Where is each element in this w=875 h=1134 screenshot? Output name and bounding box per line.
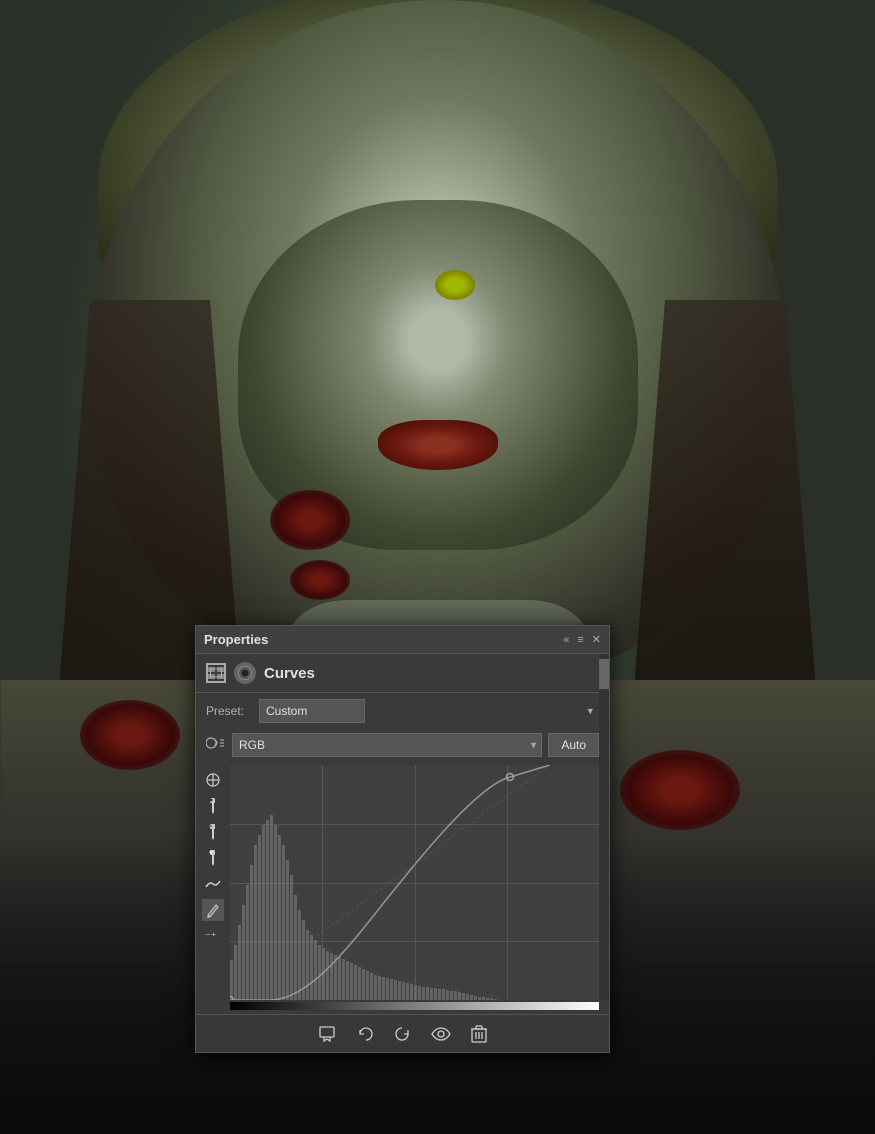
preset-dropdown[interactable]: Custom Default Strong Contrast Linear Co… [259, 699, 365, 723]
channel-dropdown-wrapper: RGB Red Green Blue [232, 733, 542, 757]
panel-title: Properties [204, 632, 268, 647]
channel-dropdown[interactable]: RGB Red Green Blue [232, 733, 542, 757]
scrollbar-thumb[interactable] [599, 659, 609, 689]
clip-to-layer-button[interactable] [315, 1022, 339, 1046]
blood-stain-2 [290, 560, 350, 600]
delete-layer-button[interactable] [467, 1022, 491, 1046]
preset-dropdown-wrapper: Custom Default Strong Contrast Linear Co… [259, 699, 599, 723]
black-point-eyedropper-tool[interactable] [202, 795, 224, 817]
blood-stain-4 [620, 750, 740, 830]
gray-point-eyedropper-tool[interactable] [202, 821, 224, 843]
gradient-strip-inner [230, 1002, 599, 1010]
panel-close-button[interactable]: ✕ [592, 633, 601, 646]
visibility-toggle-button[interactable] [429, 1022, 453, 1046]
curves-panel-title: Curves [264, 665, 315, 682]
white-point-eyedropper-tool[interactable] [202, 847, 224, 869]
auto-button[interactable]: Auto [548, 733, 599, 757]
preset-label: Preset: [206, 704, 251, 718]
reset-adjustment-button[interactable] [391, 1022, 415, 1046]
curve-tools: ⁻⁺ [200, 765, 226, 1010]
panel-footer [196, 1014, 609, 1052]
properties-panel: Properties « ≡ ✕ Curves Preset: [195, 625, 610, 1053]
blood-stain-1 [270, 490, 350, 550]
pencil-draw-tool[interactable] [202, 899, 224, 921]
curves-graph[interactable] [230, 765, 599, 1010]
panel-title-controls: « ≡ ✕ [563, 633, 601, 646]
svg-text:⁻⁺: ⁻⁺ [205, 931, 217, 942]
curves-adjustment-icon [234, 662, 256, 684]
gradient-strip [230, 1002, 599, 1010]
preset-row: Preset: Custom Default Strong Contrast L… [196, 693, 609, 729]
channel-icon [206, 736, 224, 755]
creature-mouth [378, 420, 498, 470]
panel-collapse-button[interactable]: « [563, 634, 569, 646]
panel-menu-button[interactable]: ≡ [577, 634, 583, 646]
previous-state-button[interactable] [353, 1022, 377, 1046]
blood-stain-3 [80, 700, 180, 770]
curves-area: ⁻⁺ [196, 761, 609, 1014]
panel-titlebar: Properties « ≡ ✕ [196, 626, 609, 654]
panel-scrollbar[interactable] [599, 654, 609, 1000]
panel-header: Curves [196, 654, 609, 693]
channel-row: RGB Red Green Blue Auto [196, 729, 609, 761]
reset-points-tool[interactable]: ⁻⁺ [202, 925, 224, 947]
histogram-display [230, 765, 550, 1000]
layer-thumbnail-icon [206, 663, 226, 683]
curves-canvas[interactable] [230, 765, 599, 1000]
on-image-adjustment-tool[interactable] [202, 769, 224, 791]
creature-eye [435, 270, 475, 300]
smooth-curve-tool[interactable] [202, 873, 224, 895]
